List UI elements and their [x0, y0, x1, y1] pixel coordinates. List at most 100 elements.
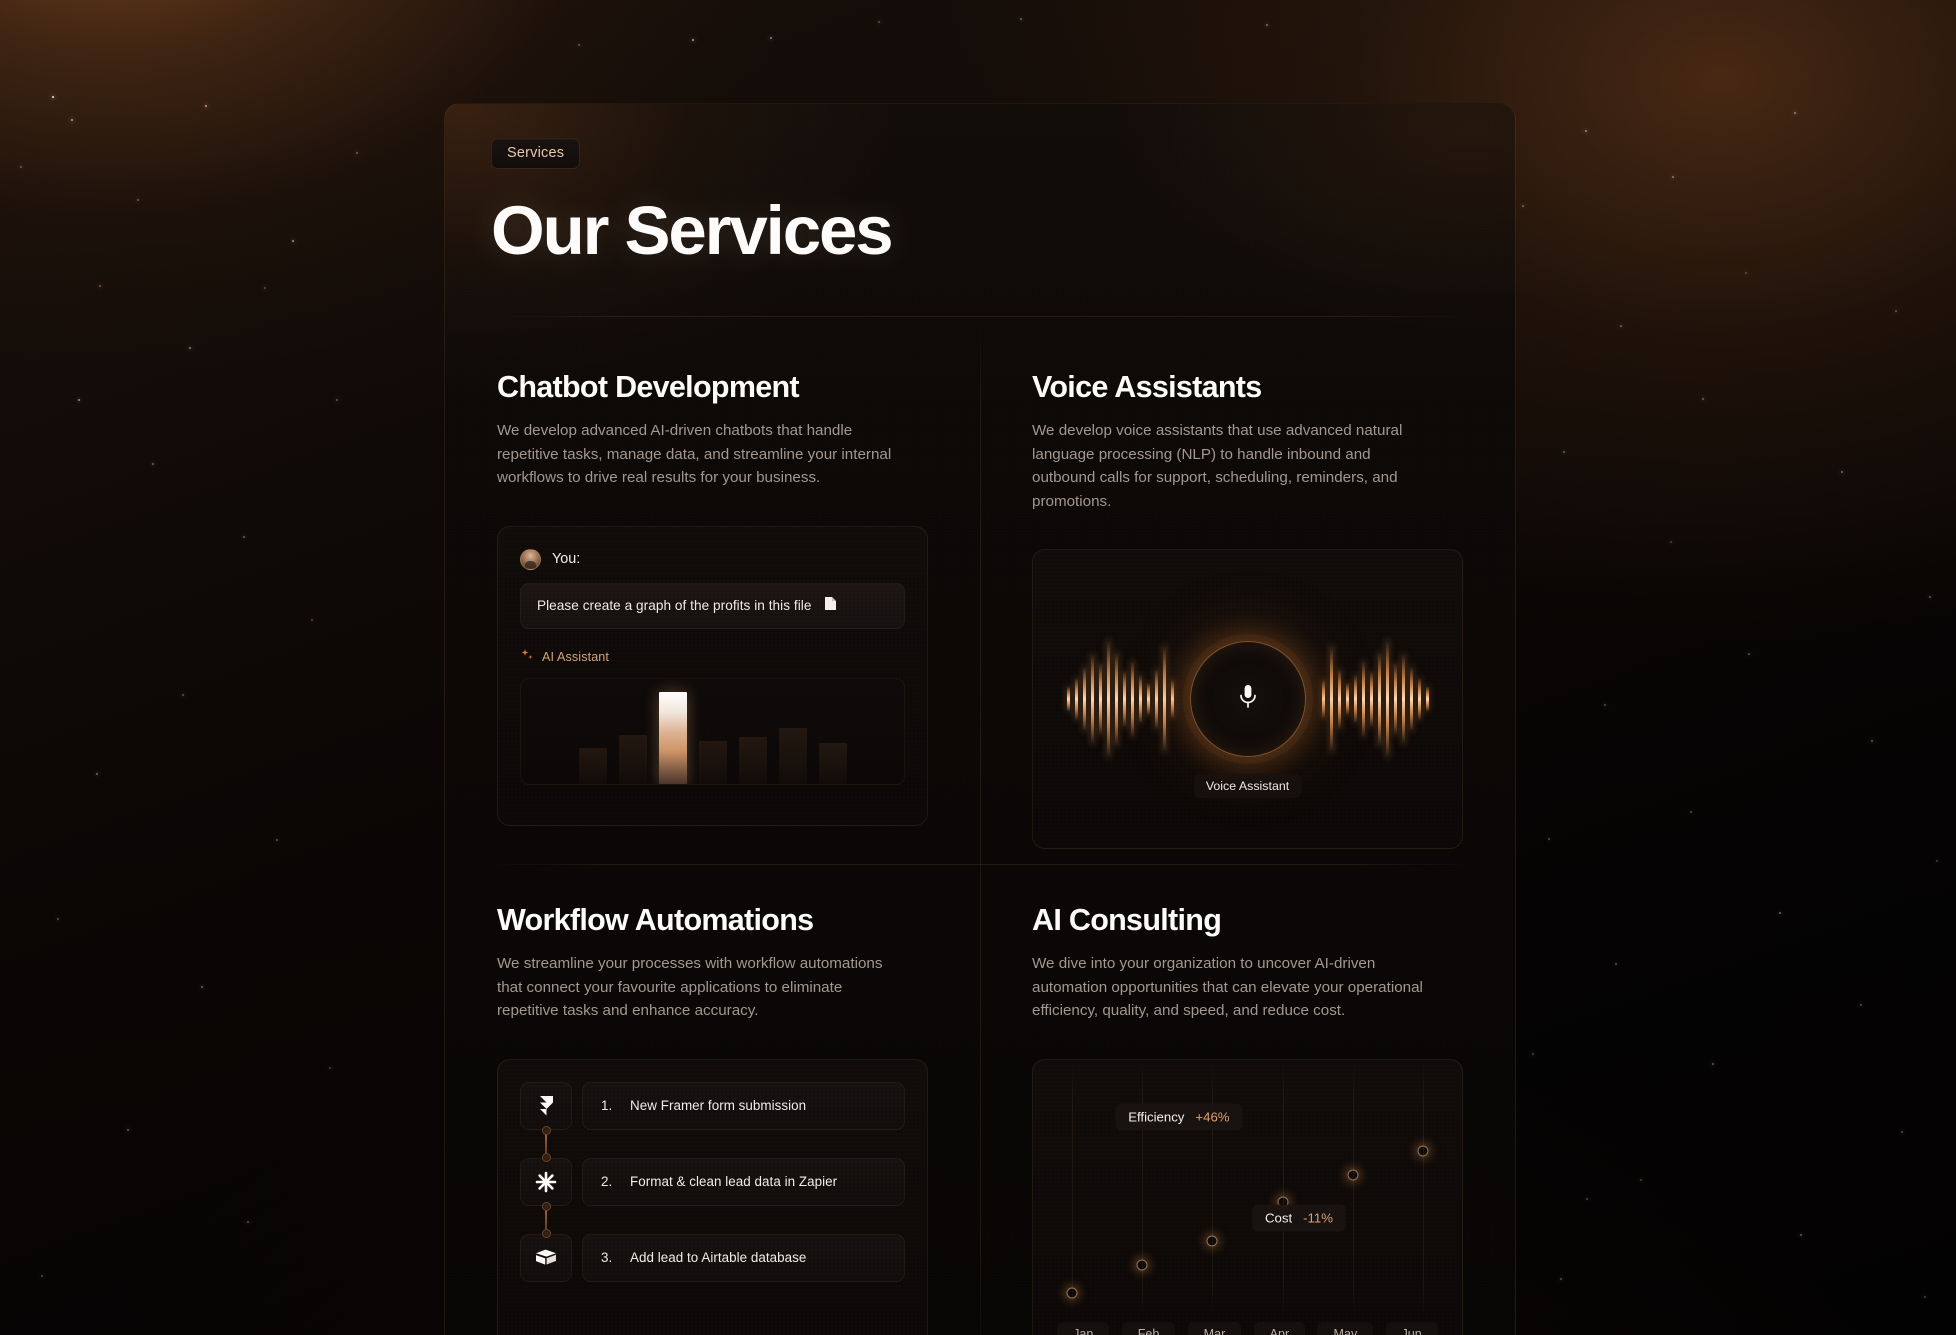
chat-user-row: You:	[520, 548, 905, 570]
voice-assistant-demo-panel: Voice Assistant	[1032, 549, 1463, 850]
waveform-bar	[1146, 682, 1150, 717]
star	[692, 39, 694, 41]
star	[78, 399, 80, 401]
service-cell-workflow-automations: Workflow Automations We streamline your …	[445, 849, 980, 1335]
workflow-step[interactable]: 1. New Framer form submission	[520, 1081, 905, 1130]
month-label: Mar	[1187, 1321, 1242, 1335]
waveform-bar	[1130, 660, 1134, 739]
month-label: Jan	[1057, 1321, 1110, 1335]
chart-data-point[interactable]	[1347, 1169, 1359, 1181]
workflow-step-number: 2.	[601, 1174, 613, 1190]
waveform-bar	[1074, 677, 1078, 722]
framer-icon	[520, 1081, 572, 1130]
waveform-bar	[1401, 653, 1405, 746]
star	[1563, 451, 1565, 453]
chart-gridline	[1071, 1059, 1073, 1314]
chart-gridline	[1282, 1059, 1284, 1314]
waveform-bar	[1385, 639, 1389, 760]
star	[578, 44, 580, 46]
user-avatar	[520, 548, 541, 570]
star	[189, 347, 191, 349]
chart-tooltip: Cost -11%	[1252, 1204, 1346, 1232]
star	[1266, 24, 1268, 26]
star	[1745, 272, 1747, 274]
workflow-step[interactable]: 2. Format & clean lead data in Zapier	[520, 1157, 905, 1206]
star	[878, 21, 880, 23]
chart-bar	[738, 736, 767, 784]
star	[1532, 1053, 1534, 1055]
star	[1871, 740, 1873, 742]
chart-gridline	[1212, 1059, 1214, 1314]
star	[1690, 811, 1692, 813]
waveform-bar	[1361, 660, 1365, 739]
waveform-bar	[1417, 677, 1421, 722]
chart-bar	[698, 740, 727, 784]
chat-user-label: You:	[552, 551, 581, 568]
service-title: Chatbot Development	[497, 370, 800, 404]
services-badge[interactable]: Services	[491, 138, 581, 169]
star	[152, 463, 154, 465]
star	[276, 839, 278, 841]
connector-node-icon	[541, 1228, 551, 1238]
waveform-bar	[1369, 670, 1373, 729]
chart-data-point[interactable]	[1066, 1287, 1078, 1299]
star	[1936, 860, 1938, 862]
waveform-bar	[1329, 645, 1333, 754]
star	[311, 619, 313, 621]
waveform-bar	[1066, 686, 1070, 713]
waveform-bar	[1425, 686, 1429, 713]
workflow-step[interactable]: 3. Add lead to Airtable database	[520, 1233, 905, 1282]
chat-user-message-bubble: Please create a graph of the profits in …	[520, 582, 905, 629]
star	[20, 166, 22, 168]
chart-data-point[interactable]	[1136, 1259, 1148, 1271]
microphone-icon	[1237, 683, 1259, 716]
waveform-bar	[1090, 653, 1094, 746]
waveform-bar	[1353, 674, 1357, 725]
star	[96, 773, 98, 775]
waveform-left	[1066, 624, 1174, 774]
workflow-step-text: Format & clean lead data in Zapier	[630, 1174, 838, 1190]
month-label: Apr	[1253, 1321, 1306, 1335]
star	[1800, 1234, 1802, 1236]
workflow-step-label: 2. Format & clean lead data in Zapier	[582, 1157, 905, 1206]
chart-data-point[interactable]	[1206, 1235, 1218, 1247]
chart-tooltip: Efficiency +46%	[1115, 1103, 1243, 1131]
star	[1604, 704, 1606, 706]
waveform-bar	[1106, 639, 1110, 760]
ai-consulting-demo-panel: Efficiency +46% Cost -11% Jan Feb Mar Apr May Ju…	[1032, 1058, 1463, 1335]
star	[292, 240, 294, 242]
star	[201, 986, 203, 988]
service-cell-voice-assistants: Voice Assistants We develop voice assist…	[980, 316, 1515, 850]
service-cell-ai-consulting: AI Consulting We dive into your organiza…	[980, 849, 1515, 1335]
workflow-step-label: 1. New Framer form submission	[582, 1081, 905, 1130]
waveform-bar	[1345, 682, 1349, 717]
service-cell-chatbot-development: Chatbot Development We develop advanced …	[445, 316, 980, 849]
star	[1670, 541, 1672, 543]
star	[329, 1067, 331, 1069]
chat-user-message-text: Please create a graph of the profits in …	[537, 598, 812, 614]
star	[247, 1221, 249, 1223]
star	[1560, 1278, 1562, 1280]
star	[770, 37, 772, 39]
service-title: Voice Assistants	[1032, 370, 1262, 404]
workflow-step-number: 3.	[601, 1250, 613, 1266]
chat-ai-label: AI Assistant	[542, 650, 609, 665]
star	[1672, 176, 1674, 178]
chat-ai-row: AI Assistant	[520, 648, 905, 667]
star	[1020, 18, 1022, 20]
star	[1794, 112, 1796, 114]
connector-node-icon	[541, 1152, 551, 1162]
workflow-step-label: 3. Add lead to Airtable database	[582, 1233, 905, 1282]
service-description: We dive into your organization to uncove…	[1032, 955, 1423, 1020]
voice-record-button[interactable]	[1189, 641, 1306, 758]
month-label: Jun	[1385, 1321, 1438, 1335]
workflow-connector	[520, 1201, 572, 1238]
star	[1522, 205, 1524, 207]
connector-node-icon	[541, 1125, 551, 1135]
star	[127, 1129, 129, 1131]
connector-node-icon	[541, 1201, 551, 1211]
workflow-step-number: 1.	[601, 1098, 613, 1114]
chart-data-point[interactable]	[1417, 1145, 1429, 1157]
star	[1585, 130, 1587, 132]
waveform-bar	[1154, 668, 1158, 731]
